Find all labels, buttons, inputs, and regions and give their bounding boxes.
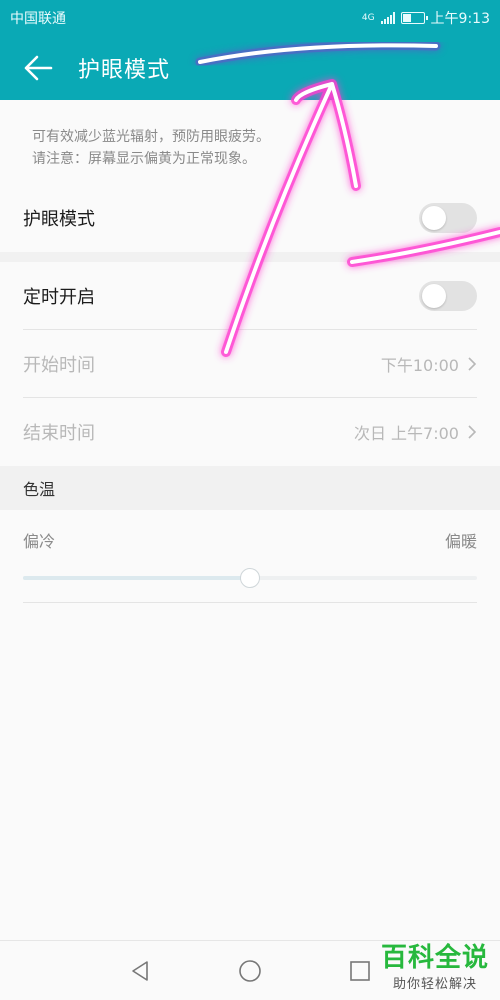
end-time-label: 结束时间 — [23, 423, 95, 444]
settings-content: 可有效减少蓝光辐射，预防用眼疲劳。 请注意：屏幕显示偏黄为正常现象。 护眼模式 … — [0, 100, 500, 940]
status-bar: 中国联通 4G 上午9:13 — [0, 0, 500, 36]
schedule-toggle[interactable] — [419, 281, 477, 311]
end-time-value: 次日 上午7:00 — [353, 424, 459, 443]
start-time-row[interactable]: 开始时间 下午10:00 — [0, 330, 500, 398]
slider-thumb[interactable] — [240, 568, 260, 588]
end-time-row[interactable]: 结束时间 次日 上午7:00 — [0, 398, 500, 466]
network-type-icon: 4G — [361, 12, 375, 23]
start-time-label: 开始时间 — [23, 355, 95, 376]
toggle-knob — [422, 284, 446, 308]
battery-icon — [400, 12, 428, 24]
nav-recents-icon[interactable] — [345, 956, 375, 986]
nav-back-icon[interactable] — [125, 956, 155, 986]
section-gap — [0, 252, 500, 262]
back-arrow-icon[interactable] — [8, 36, 68, 100]
start-time-value: 下午10:00 — [380, 356, 459, 375]
status-indicators: 4G 上午9:13 — [362, 8, 490, 28]
eye-mode-toggle[interactable] — [419, 203, 477, 233]
eye-mode-label: 护眼模式 — [23, 209, 95, 230]
eye-mode-row[interactable]: 护眼模式 — [0, 184, 500, 252]
carrier-name: 中国联通 — [10, 11, 66, 27]
app-bar: 护眼模式 — [0, 36, 500, 100]
signal-icon — [380, 12, 395, 24]
toggle-knob — [422, 206, 446, 230]
color-temperature-header: 色温 — [0, 466, 500, 510]
end-time-value-group: 次日 上午7:00 — [354, 420, 477, 444]
warm-label: 偏暖 — [444, 532, 477, 551]
chevron-right-icon — [468, 357, 477, 371]
divider — [23, 602, 477, 603]
description-line: 可有效减少蓝光辐射，预防用眼疲劳。 — [32, 129, 270, 145]
eye-mode-description: 可有效减少蓝光辐射，预防用眼疲劳。 请注意：屏幕显示偏黄为正常现象。 — [0, 100, 500, 184]
cool-label: 偏冷 — [23, 532, 56, 551]
chevron-right-icon — [468, 425, 477, 439]
page-title: 护眼模式 — [78, 58, 171, 83]
color-temperature-slider[interactable] — [23, 552, 477, 602]
watermark-title: 百科全说 — [380, 943, 489, 973]
start-time-value-group: 下午10:00 — [381, 352, 477, 376]
temperature-labels: 偏冷 偏暖 — [0, 510, 500, 552]
status-time: 上午9:13 — [430, 11, 490, 27]
schedule-label: 定时开启 — [23, 287, 95, 308]
slider-fill — [23, 576, 250, 580]
nav-home-icon[interactable] — [235, 956, 265, 986]
watermark-subtitle: 助你轻松解决 — [392, 977, 477, 992]
schedule-row[interactable]: 定时开启 — [0, 262, 500, 330]
description-line: 请注意：屏幕显示偏黄为正常现象。 — [32, 151, 256, 167]
watermark-logo: 百科全说 助你轻松解决 — [376, 943, 494, 992]
